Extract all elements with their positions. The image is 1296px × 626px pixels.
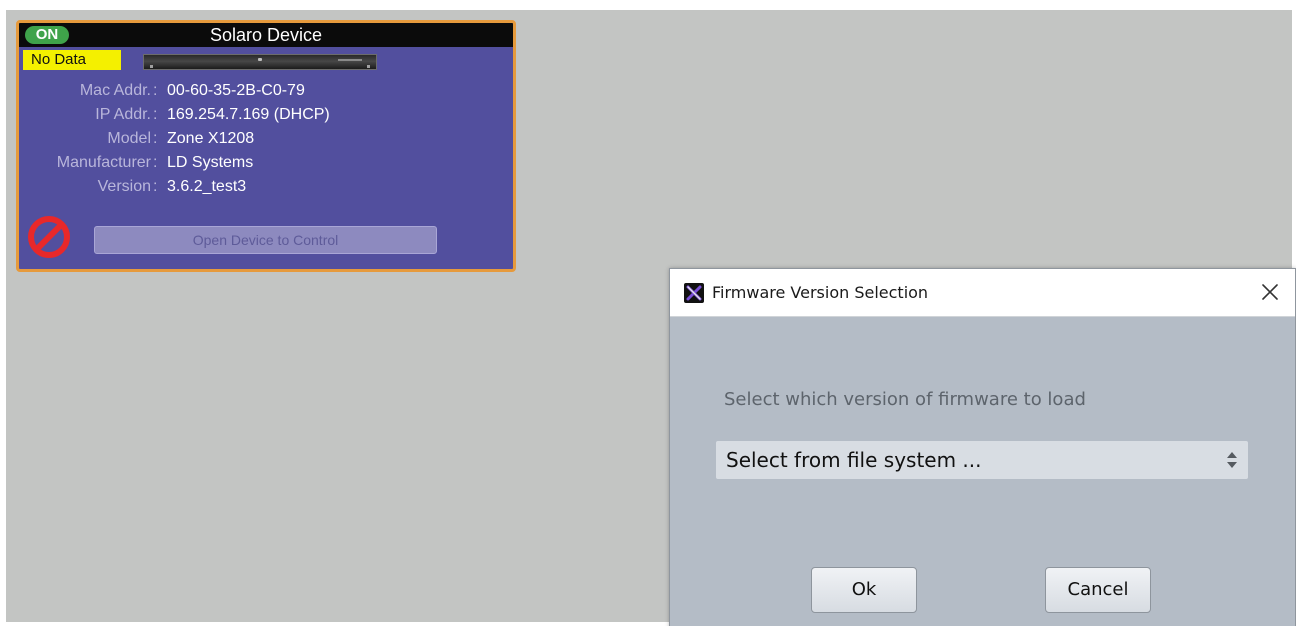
firmware-dialog: Firmware Version Selection Select which … [669,268,1296,626]
open-device-button[interactable]: Open Device to Control [94,226,437,254]
info-label: Mac Addr. [79,82,151,99]
no-entry-icon [28,216,70,258]
info-value: 00-60-35-2B-C0-79 [167,82,305,99]
info-separator: : [153,82,158,99]
ok-button[interactable]: Ok [811,567,917,613]
close-icon[interactable] [1259,281,1281,303]
info-row-manufacturer: Manufacturer : LD Systems [19,152,513,174]
device-card[interactable]: Solaro Device ON No Data Mac Addr. : 00-… [16,20,516,272]
info-value: LD Systems [167,154,254,171]
info-separator: : [153,106,158,123]
cancel-button[interactable]: Cancel [1045,567,1151,613]
info-row-ip: IP Addr. : 169.254.7.169 (DHCP) [19,104,513,126]
info-value: 3.6.2_test3 [167,178,247,195]
dialog-prompt: Select which version of firmware to load [724,389,1086,410]
info-separator: : [153,178,158,195]
info-label: Manufacturer [56,154,151,171]
status-badge: No Data [23,50,121,70]
firmware-source-select[interactable]: Select from file system ... [716,441,1248,479]
select-value: Select from file system ... [726,448,982,472]
app-logo-icon [684,283,704,303]
dialog-title: Firmware Version Selection [712,283,929,302]
info-row-mac: Mac Addr. : 00-60-35-2B-C0-79 [19,80,513,102]
info-label: Version [97,178,151,195]
device-card-header: Solaro Device ON [19,23,513,47]
up-down-arrows-icon [1227,452,1237,468]
dialog-titlebar[interactable]: Firmware Version Selection [670,269,1295,317]
info-label: Model [107,130,151,147]
workspace-canvas: Solaro Device ON No Data Mac Addr. : 00-… [6,10,1296,626]
power-on-badge[interactable]: ON [25,26,69,44]
info-row-model: Model : Zone X1208 [19,128,513,150]
info-value: 169.254.7.169 (DHCP) [167,106,330,123]
info-value: Zone X1208 [167,130,255,147]
info-label: IP Addr. [95,106,151,123]
info-separator: : [153,154,158,171]
device-rack-icon [143,54,377,70]
info-row-version: Version : 3.6.2_test3 [19,176,513,198]
info-separator: : [153,130,158,147]
device-title: Solaro Device [209,25,323,45]
